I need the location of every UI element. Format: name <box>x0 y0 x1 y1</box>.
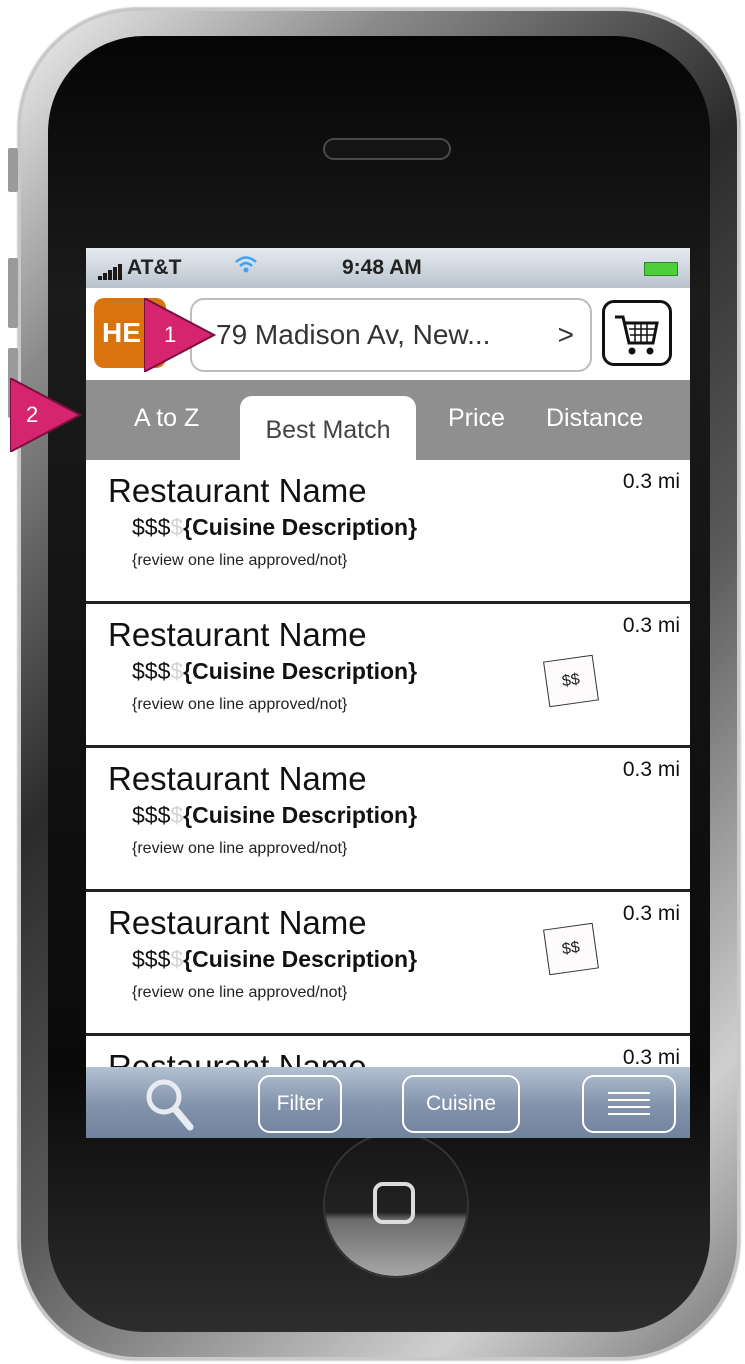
restaurant-row[interactable]: Restaurant Name 0.3 mi $$$${Cuisine Desc… <box>86 892 690 1036</box>
cuisine-button[interactable]: Cuisine <box>402 1075 520 1133</box>
address-text: 79 Madison Av, New... <box>216 319 491 350</box>
price-and-cuisine: $$$${Cuisine Description} <box>132 802 417 829</box>
restaurant-distance: 0.3 mi <box>622 470 680 493</box>
side-button <box>8 258 18 328</box>
price-level-dim: $ <box>170 802 184 828</box>
address-selector[interactable]: 79 Madison Av, New... > <box>190 298 592 372</box>
app-screen: AT&T 9:48 AM HE 79 Madison Av, New... > … <box>86 248 690 1138</box>
chevron-right-icon: > <box>557 319 574 350</box>
bottom-toolbar: Filter Cuisine <box>86 1067 690 1138</box>
price-level: $$$ <box>132 946 171 972</box>
tab-price[interactable]: Price <box>448 404 505 433</box>
price-level: $$$ <box>132 658 171 684</box>
restaurant-row[interactable]: Restaurant Name 0.3 mi $$$${Cuisine Desc… <box>86 604 690 748</box>
restaurant-name: Restaurant Name <box>108 760 367 797</box>
home-square-icon <box>373 1182 415 1224</box>
price-level: $$$ <box>132 802 171 828</box>
price-level: $$$ <box>132 514 171 540</box>
wifi-icon <box>234 254 258 282</box>
restaurant-distance: 0.3 mi <box>622 902 680 925</box>
tab-distance[interactable]: Distance <box>546 404 643 433</box>
sort-tabs: A to Z Best Match Price Distance <box>86 380 690 460</box>
cuisine-description: {Cuisine Description} <box>183 514 418 540</box>
status-time: 9:48 AM <box>342 256 422 279</box>
cart-button[interactable] <box>602 300 672 366</box>
price-and-cuisine: $$$${Cuisine Description} <box>132 946 417 973</box>
restaurant-name: Restaurant Name <box>108 1048 367 1067</box>
filter-button[interactable]: Filter <box>258 1075 342 1133</box>
tab-best-match[interactable]: Best Match <box>240 396 416 460</box>
home-button[interactable] <box>323 1132 469 1278</box>
annotation-label: 1 <box>164 322 177 347</box>
cuisine-description: {Cuisine Description} <box>183 658 418 684</box>
cart-icon <box>615 315 659 355</box>
restaurant-distance: 0.3 mi <box>622 758 680 781</box>
cuisine-description: {Cuisine Description} <box>183 946 418 972</box>
menu-button[interactable] <box>582 1075 676 1133</box>
annotation-label: 2 <box>26 402 39 427</box>
side-button <box>8 148 18 192</box>
restaurant-row[interactable]: Restaurant Name 0.3 mi <box>86 1036 690 1067</box>
tab-a-to-z[interactable]: A to Z <box>134 404 199 433</box>
restaurant-distance: 0.3 mi <box>622 614 680 637</box>
deal-badge[interactable]: $$ <box>543 922 599 976</box>
carrier-label: AT&T <box>127 256 182 279</box>
search-icon[interactable] <box>140 1075 200 1138</box>
price-level-dim: $ <box>170 946 184 972</box>
review-line: {review one line approved/not} <box>132 984 348 1001</box>
battery-icon <box>644 262 678 276</box>
deal-badge[interactable]: $$ <box>543 654 599 708</box>
signal-icon <box>98 256 123 280</box>
restaurant-distance: 0.3 mi <box>622 1046 680 1067</box>
review-line: {review one line approved/not} <box>132 840 348 857</box>
carrier: AT&T <box>98 256 181 280</box>
menu-icon <box>608 1092 650 1115</box>
restaurant-row[interactable]: Restaurant Name 0.3 mi $$$${Cuisine Desc… <box>86 748 690 892</box>
price-level-dim: $ <box>170 514 184 540</box>
review-line: {review one line approved/not} <box>132 552 348 569</box>
price-and-cuisine: $$$${Cuisine Description} <box>132 658 417 685</box>
speaker-grille <box>323 138 451 160</box>
restaurant-list: Restaurant Name 0.3 mi $$$${Cuisine Desc… <box>86 460 690 1067</box>
restaurant-name: Restaurant Name <box>108 616 367 653</box>
price-and-cuisine: $$$${Cuisine Description} <box>132 514 417 541</box>
status-bar: AT&T 9:48 AM <box>86 248 690 288</box>
price-level-dim: $ <box>170 658 184 684</box>
restaurant-name: Restaurant Name <box>108 472 367 509</box>
review-line: {review one line approved/not} <box>132 696 348 713</box>
restaurant-row[interactable]: Restaurant Name 0.3 mi $$$${Cuisine Desc… <box>86 460 690 604</box>
cuisine-description: {Cuisine Description} <box>183 802 418 828</box>
restaurant-name: Restaurant Name <box>108 904 367 941</box>
